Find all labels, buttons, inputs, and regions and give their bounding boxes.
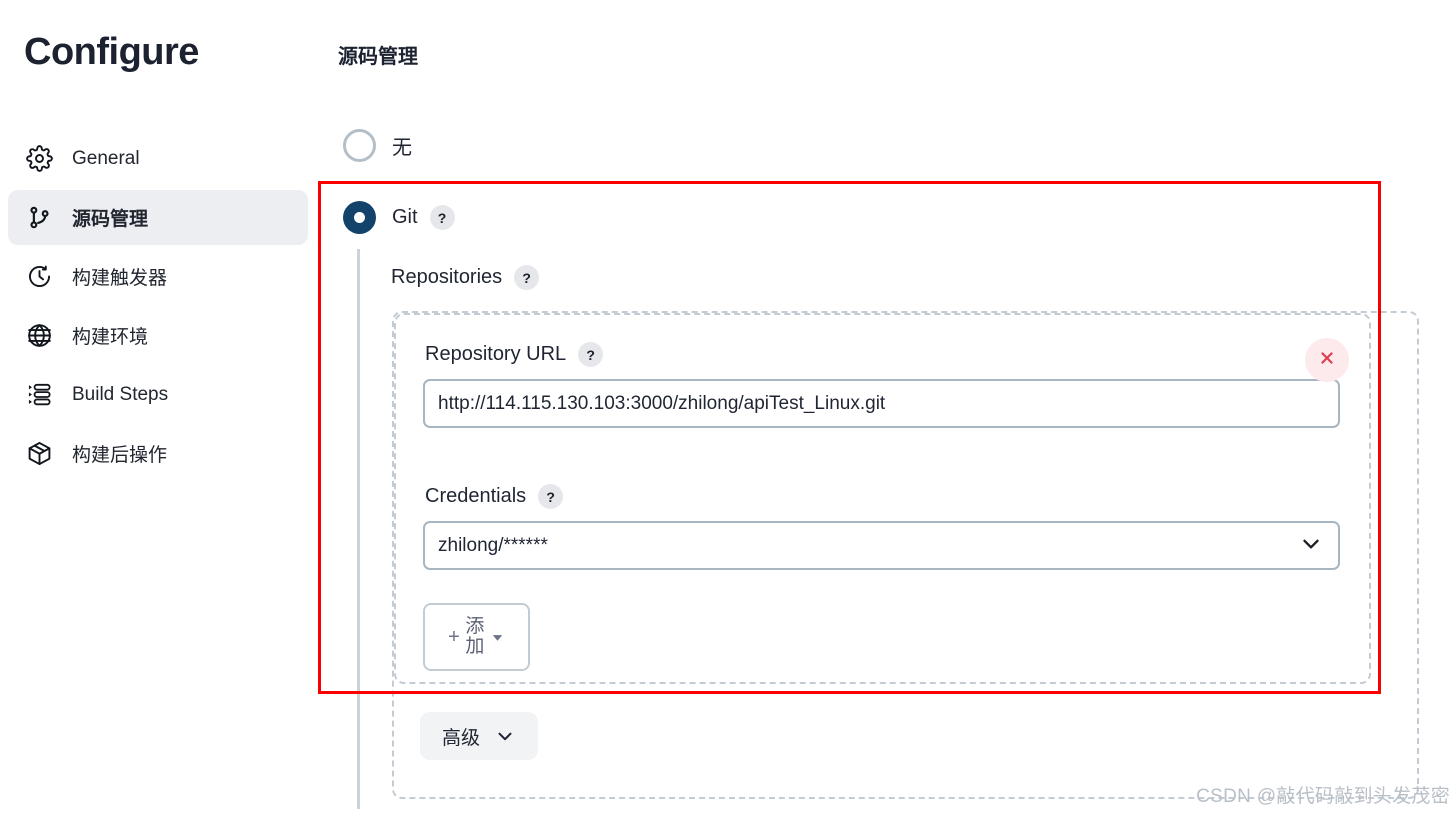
repository-url-label: Repository URL ? [425,342,604,367]
add-credentials-button[interactable]: + 添加 [423,603,530,671]
credentials-label: Credentials ? [425,484,564,509]
sidebar-item-build-triggers[interactable]: 构建触发器 [8,249,308,304]
section-vertical-rule [357,249,360,809]
sidebar-item-label: 构建后操作 [72,445,168,466]
caret-down-icon [490,630,505,645]
scm-option-none[interactable]: 无 [343,129,412,162]
main-content: 源码管理 无 Git ? Repositories ? Repository U… [318,0,1452,813]
close-icon [1317,348,1337,373]
sidebar-item-build-environment[interactable]: 构建环境 [8,308,308,363]
sidebar-item-label: Build Steps [72,383,169,405]
gear-icon [24,144,54,174]
sidebar-item-label: 构建环境 [72,327,149,348]
plus-icon: + [448,626,460,648]
git-branch-icon [24,203,54,233]
repository-url-input[interactable] [423,379,1340,428]
repositories-label-text: Repositories [391,266,503,288]
sidebar-item-label: General [72,147,140,169]
git-section-body: Repositories ? Repository URL ? Credenti… [357,249,1427,809]
delete-repository-button[interactable] [1305,338,1349,382]
sidebar-item-label: 源码管理 [72,209,149,230]
watermark: CSDN @敲代码敲到头发茂密 [1196,786,1450,807]
package-box-icon [24,439,54,469]
list-steps-icon [24,380,54,410]
credentials-select[interactable]: zhilong/****** [423,521,1340,570]
help-icon-repositories[interactable]: ? [514,265,540,290]
repositories-label: Repositories ? [391,265,540,290]
sidebar-item-label: 构建触发器 [72,268,168,289]
radio-git-indicator[interactable] [343,201,376,234]
add-credentials-button-label: 添加 [465,616,485,657]
advanced-button[interactable]: 高级 [420,712,539,760]
sidebar-item-general[interactable]: General [8,131,308,186]
page-title: Configure [24,31,199,73]
chevron-down-icon [494,725,516,747]
radio-none-indicator[interactable] [343,129,376,162]
sidebar-item-post-build-actions[interactable]: 构建后操作 [8,426,308,481]
section-title: 源码管理 [338,46,418,68]
sidebar-item-scm[interactable]: 源码管理 [8,190,308,245]
globe-icon [24,321,54,351]
repository-card: Repository URL ? Credentials ? zhilong/*… [394,313,1371,684]
sidebar-nav: General 源码管理 构建触发器 构建环境 Build Steps 构建后操… [8,131,308,485]
scm-option-git-label: Git [392,206,418,228]
scm-option-git[interactable]: Git ? [343,201,455,234]
help-icon-repository-url[interactable]: ? [578,342,604,367]
sidebar-item-build-steps[interactable]: Build Steps [8,367,308,422]
scm-option-none-label: 无 [392,137,412,159]
repositories-container: Repository URL ? Credentials ? zhilong/*… [392,311,1419,799]
clock-icon [24,262,54,292]
credentials-select-value[interactable]: zhilong/****** [423,521,1340,570]
sidebar: Configure General 源码管理 构建触发器 构建环境 Build … [0,0,318,813]
credentials-label-text: Credentials [425,485,527,507]
repository-url-label-text: Repository URL [425,343,567,365]
help-icon-credentials[interactable]: ? [538,484,564,509]
advanced-button-label: 高级 [442,727,481,749]
help-icon-git[interactable]: ? [429,205,455,230]
configure-page: Configure General 源码管理 构建触发器 构建环境 Build … [0,0,1452,813]
